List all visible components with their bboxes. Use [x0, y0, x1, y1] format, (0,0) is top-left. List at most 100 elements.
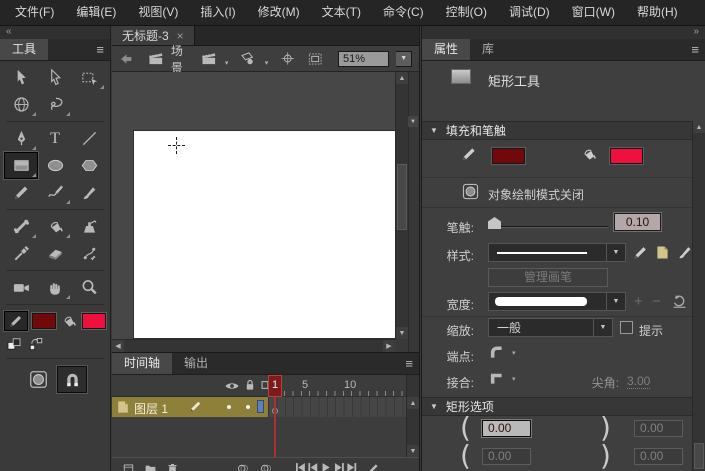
tool-bone[interactable] — [4, 213, 38, 240]
tool-pen[interactable] — [4, 125, 38, 152]
menu-item-commands[interactable]: 命令(C) — [372, 0, 435, 25]
tool-paint-brush[interactable] — [38, 179, 72, 206]
layer-lock-dot[interactable] — [246, 405, 250, 409]
timeline-scrollbar[interactable]: ▲ ▼ — [406, 375, 419, 457]
panel-menu-icon[interactable]: ≡ — [96, 42, 104, 57]
tool-oval[interactable] — [38, 152, 72, 179]
section-collapse-icon[interactable]: ▼ — [430, 402, 438, 411]
playhead[interactable]: 1 — [268, 375, 282, 397]
horizontal-scrollbar[interactable]: ◀ ▶ — [112, 339, 395, 352]
menu-item-file[interactable]: 文件(F) — [4, 0, 65, 25]
tool-asset-warp[interactable] — [72, 240, 106, 267]
stroke-slider-track[interactable] — [488, 226, 608, 228]
tool-line[interactable] — [72, 125, 106, 152]
reset-width-icon[interactable] — [671, 293, 688, 310]
tool-free-transform[interactable] — [72, 64, 106, 91]
new-folder-icon[interactable] — [144, 462, 157, 471]
scrollbar-thumb[interactable] — [397, 164, 407, 230]
delete-layer-icon[interactable] — [166, 462, 179, 471]
menu-item-edit[interactable]: 编辑(E) — [65, 0, 127, 25]
edit-stroke-style-icon[interactable] — [632, 244, 649, 261]
scroll-left-icon[interactable]: ◀ — [112, 340, 124, 352]
stroke-color-button[interactable] — [4, 311, 28, 331]
collapse-left-icon[interactable]: « — [6, 26, 12, 37]
stage[interactable] — [133, 130, 397, 339]
tool-brush[interactable] — [72, 179, 106, 206]
tool-paint-bucket[interactable] — [38, 213, 72, 240]
onion-skin-icon[interactable] — [236, 462, 250, 471]
join-dropdown-icon[interactable]: ▾ — [512, 375, 516, 383]
section-fill-stroke[interactable]: ▼ 填充和笔触 — [422, 121, 692, 140]
tool-eraser[interactable] — [38, 240, 72, 267]
scene-label[interactable]: 场景 — [171, 42, 193, 76]
back-arrow-icon[interactable] — [119, 51, 134, 67]
swap-colors-icon[interactable] — [28, 336, 44, 352]
object-drawing-toggle-icon[interactable] — [461, 182, 480, 201]
fill-color-swatch[interactable] — [82, 313, 106, 329]
cap-dropdown-icon[interactable]: ▾ — [512, 349, 516, 357]
tab-output[interactable]: 输出 — [172, 353, 220, 374]
edit-symbols-icon[interactable] — [239, 49, 256, 68]
tab-library[interactable]: 库 — [470, 39, 506, 60]
tool-eyedropper[interactable] — [4, 240, 38, 267]
edit-scene-icon[interactable] — [200, 49, 217, 68]
tool-text[interactable]: T — [38, 125, 72, 152]
tool-pencil[interactable] — [4, 179, 38, 206]
properties-scrollbar[interactable]: ▲ — [692, 121, 705, 471]
scale-dropdown[interactable]: 一般 ▼ — [488, 318, 613, 337]
width-profile-dropdown[interactable]: ▼ — [488, 292, 626, 311]
playhead-line[interactable] — [274, 397, 276, 457]
clip-content-icon[interactable] — [307, 50, 323, 68]
join-style-icon[interactable] — [488, 370, 505, 387]
scroll-right-icon[interactable]: ▶ — [383, 340, 395, 352]
collapse-right-icon[interactable]: » — [693, 26, 699, 37]
fill-bucket-icon[interactable] — [60, 312, 78, 330]
tab-timeline[interactable]: 时间轴 — [112, 353, 172, 374]
onion-outline-icon[interactable] — [259, 462, 273, 471]
tool-subselection[interactable] — [38, 64, 72, 91]
timeline-empty-area[interactable] — [112, 417, 406, 457]
cap-style-icon[interactable] — [488, 344, 505, 361]
playback-controls-icon[interactable] — [296, 462, 358, 471]
stroke-color-swatch[interactable] — [492, 148, 525, 164]
menu-item-window[interactable]: 窗口(W) — [561, 0, 626, 25]
scroll-down-icon[interactable]: ▼ — [407, 445, 419, 457]
edit-scene-dropdown-icon[interactable]: ▾ — [225, 59, 229, 71]
menu-item-help[interactable]: 帮助(H) — [626, 0, 689, 25]
dropdown-arrow-icon[interactable]: ▼ — [606, 244, 625, 261]
fill-color-swatch[interactable] — [610, 148, 643, 164]
object-drawing-toggle-icon[interactable] — [28, 369, 49, 390]
layer-outline-color-swatch[interactable] — [257, 400, 264, 413]
zoom-dropdown-button[interactable]: ▼ — [396, 51, 412, 67]
scrollbar-thumb[interactable] — [694, 443, 704, 469]
scroll-up-icon[interactable]: ▲ — [407, 397, 419, 409]
scroll-up-icon[interactable]: ▲ — [693, 121, 705, 133]
hints-checkbox[interactable] — [620, 321, 633, 334]
dropdown-arrow-icon[interactable]: ▼ — [593, 319, 612, 336]
tool-3d-rotation[interactable] — [4, 91, 38, 118]
canvas-area[interactable]: ◀ ▶ ▲ ▼ ▼ — [112, 72, 419, 352]
gutter-collapse-icon[interactable]: ▼ — [408, 116, 418, 127]
default-colors-icon[interactable] — [6, 336, 22, 352]
menu-item-insert[interactable]: 插入(I) — [189, 0, 246, 25]
tool-polystar[interactable] — [72, 152, 106, 179]
tool-zoom[interactable] — [72, 274, 106, 301]
menu-item-view[interactable]: 视图(V) — [127, 0, 189, 25]
tool-camera[interactable] — [4, 274, 38, 301]
dropdown-arrow-icon[interactable]: ▼ — [606, 293, 625, 310]
stroke-style-dropdown[interactable]: ▼ — [488, 243, 626, 262]
stroke-color-swatch[interactable] — [32, 313, 56, 329]
lock-icon[interactable] — [243, 378, 257, 392]
menu-item-debug[interactable]: 调试(D) — [498, 0, 561, 25]
layer-row[interactable]: 图层 1 — [112, 397, 406, 417]
tool-selection[interactable] — [4, 64, 38, 91]
panel-menu-icon[interactable]: ≡ — [405, 356, 413, 371]
menu-item-control[interactable]: 控制(O) — [435, 0, 498, 25]
layer-frames[interactable] — [268, 397, 406, 417]
close-icon[interactable]: × — [177, 29, 184, 43]
menu-item-modify[interactable]: 修改(M) — [247, 0, 311, 25]
tab-properties[interactable]: 属性 — [422, 39, 470, 60]
layer-visibility-dot[interactable] — [227, 405, 231, 409]
vertical-scrollbar[interactable]: ▲ ▼ — [395, 72, 408, 339]
layer-name[interactable]: 图层 1 — [134, 400, 168, 417]
